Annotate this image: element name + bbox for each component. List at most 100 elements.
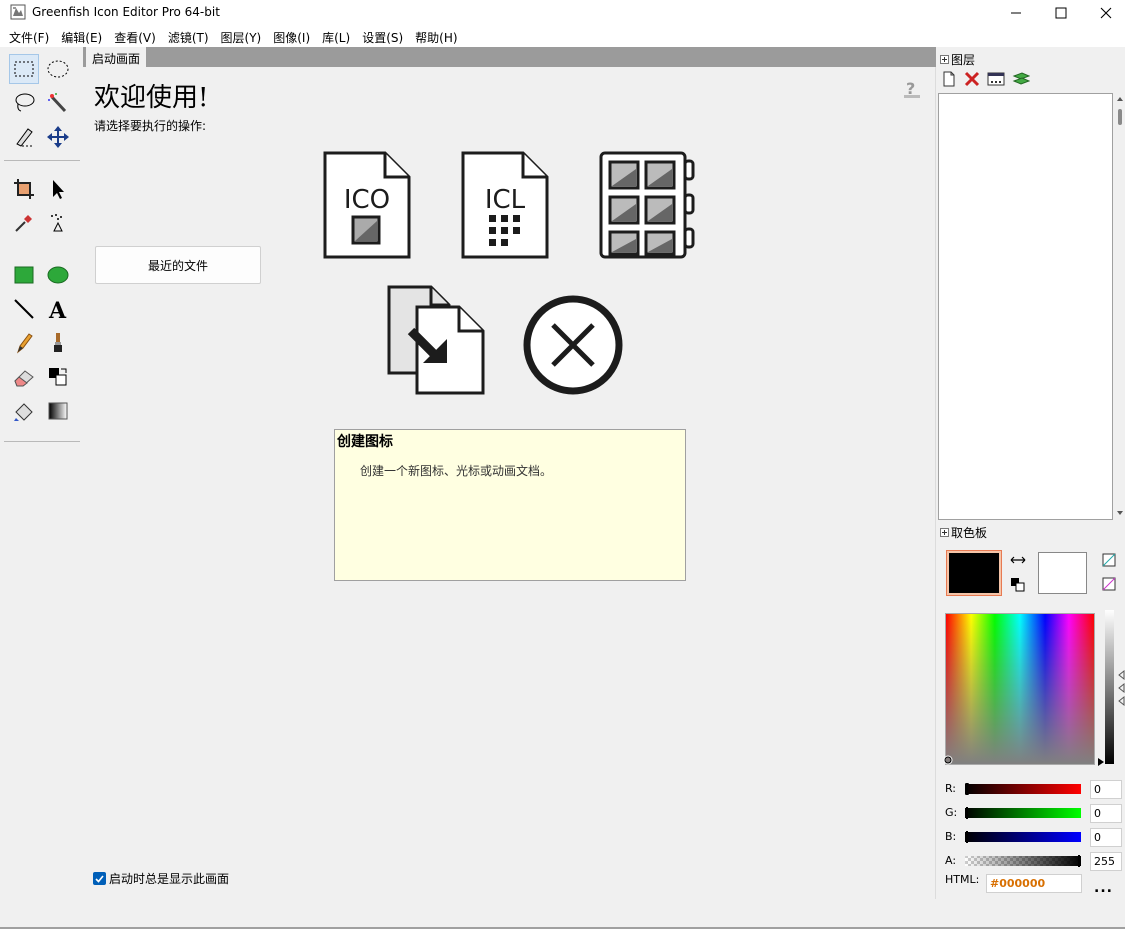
layers-title: 图层 [951,53,976,67]
brightness-bar[interactable] [1105,610,1114,764]
show-on-startup-checkbox[interactable] [93,872,106,885]
menu-image[interactable]: 图像(I) [267,25,316,47]
cancel-circle-icon[interactable] [521,293,625,397]
transparent-color-icon[interactable] [1102,553,1116,567]
menu-filter[interactable]: 滤镜(T) [162,25,215,47]
color-replace-tool[interactable] [43,362,73,392]
layers-toolbar [941,71,1030,87]
menu-layer[interactable]: 图层(Y) [215,25,268,47]
toolbox: A [0,47,82,927]
red-slider[interactable] [965,782,1081,795]
gradient-tool[interactable] [43,396,73,426]
brightness-pointer-icon[interactable] [1097,757,1105,767]
pointer-tool[interactable] [43,174,73,204]
crop-icon [14,179,34,199]
welcome-subtitle: 请选择要执行的操作: [94,119,207,133]
spectrum-cursor-icon [943,755,953,765]
new-layer-icon[interactable] [941,71,957,87]
help-icon[interactable]: ? [903,79,921,99]
text-icon: A [48,298,67,320]
rectangle-tool[interactable] [9,260,39,290]
alpha-slider[interactable] [965,854,1081,867]
window-title: Greenfish Icon Editor Pro 64-bit [32,5,220,19]
fill-tool[interactable] [9,396,39,426]
info-description: 创建一个新图标、光标或动画文档。 [360,464,553,478]
recent-files-label: 最近的文件 [147,258,208,273]
menu-view[interactable]: 查看(V) [108,25,162,47]
delete-layer-icon[interactable] [964,71,980,87]
blue-value-input[interactable]: 0 [1090,828,1122,847]
pen-select-icon [16,128,34,147]
swap-colors-icon[interactable] [1010,555,1026,565]
tab-strip: 启动画面 [83,47,936,67]
close-icon [1100,7,1112,18]
move-icon [47,126,69,148]
text-tool[interactable]: A [43,294,73,324]
menu-file[interactable]: 文件(F) [3,25,55,47]
ellipse-select-tool[interactable] [43,54,73,84]
green-slider[interactable] [965,806,1081,819]
line-tool[interactable] [9,294,39,324]
move-tool[interactable] [43,122,73,152]
green-label: G: [945,806,958,819]
palette-title: 取色板 [951,526,988,540]
background-color-swatch[interactable] [1038,552,1087,594]
welcome-title: 欢迎使用! [94,83,209,113]
invert-color-icon[interactable] [1102,577,1116,591]
show-on-startup-row[interactable]: 启动时总是显示此画面 [93,870,229,887]
color-spectrum[interactable] [945,613,1095,765]
eraser-tool[interactable] [9,362,39,392]
brush-tool[interactable] [43,328,73,358]
alpha-value-input[interactable]: 255 [1090,852,1122,871]
crop-tool[interactable] [9,174,39,204]
rect-select-tool[interactable] [9,54,39,84]
red-slider-row: R: [945,782,1081,795]
alpha-label: A: [945,854,957,867]
reset-colors-icon[interactable] [1010,577,1026,593]
scroll-up-icon[interactable] [1116,95,1124,103]
toolbox-separator-2 [4,441,80,442]
panel-edge-arrows-icon [1118,669,1125,707]
magic-wand-tool[interactable] [43,88,73,118]
pen-select-tool[interactable] [9,122,39,152]
layers-scrollbar[interactable] [1114,93,1125,520]
new-library-icl-icon[interactable]: ICL [461,151,549,259]
menu-settings[interactable]: 设置(S) [356,25,409,47]
close-button[interactable] [1083,0,1125,25]
merge-layers-icon[interactable] [1012,71,1030,87]
menu-help[interactable]: 帮助(H) [409,25,463,47]
lasso-tool[interactable] [9,88,39,118]
foreground-color-swatch[interactable] [946,550,1002,596]
color-picker-tool[interactable] [9,208,39,238]
tab-welcome[interactable]: 启动画面 [86,47,147,67]
eyedropper-icon [15,215,32,232]
layers-scroll-thumb[interactable] [1118,109,1122,125]
minimize-button[interactable] [993,0,1039,25]
spray-tool[interactable] [43,208,73,238]
checkmark-icon [95,875,104,883]
open-file-icon[interactable] [387,285,487,397]
palette-panel-header[interactable]: 取色板 [940,524,987,541]
spray-icon [51,214,63,232]
scroll-down-icon[interactable] [1116,509,1124,517]
pencil-tool[interactable] [9,328,39,358]
red-value-input[interactable]: 0 [1090,780,1122,799]
alpha-slider-row: A: [945,854,1081,867]
menu-edit[interactable]: 编辑(E) [55,25,108,47]
app-icon [10,4,26,20]
maximize-button[interactable] [1038,0,1084,25]
layers-list[interactable] [938,93,1113,520]
blue-slider[interactable] [965,830,1081,843]
html-color-row: HTML: [945,873,979,886]
recent-files-button[interactable]: 最近的文件 [95,246,261,284]
layer-properties-icon[interactable] [987,71,1005,87]
layers-panel-header[interactable]: 图层 [940,51,975,68]
more-colors-button[interactable]: ... [1094,880,1113,896]
green-value-input[interactable]: 0 [1090,804,1122,823]
ellipse-tool[interactable] [43,260,73,290]
new-animation-icon[interactable] [599,151,695,259]
gradient-icon [48,402,68,420]
html-color-input[interactable]: #000000 [986,874,1082,893]
menu-library[interactable]: 库(L) [316,25,356,47]
new-icon-ico-icon[interactable]: ICO [323,151,411,259]
